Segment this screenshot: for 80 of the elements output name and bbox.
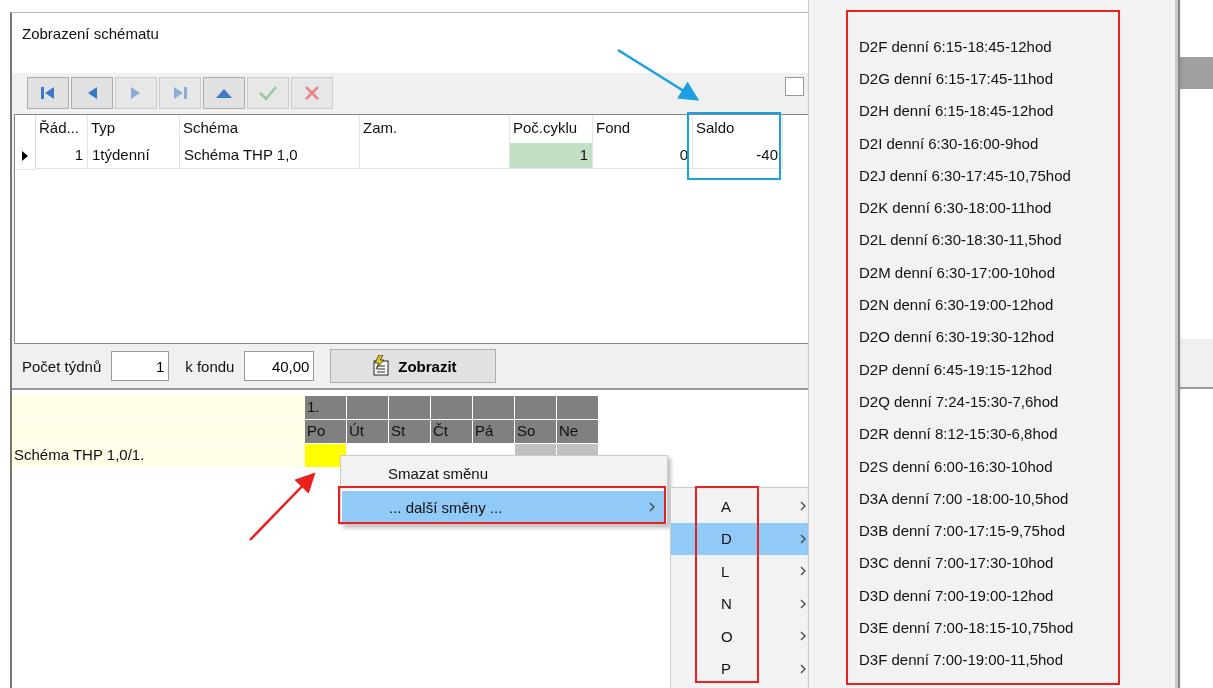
menu-item[interactable]: D2O denní 6:30-19:30-12hod: [809, 320, 1175, 353]
menu-item[interactable]: D3A denní 7:00 -18:00-10,5hod: [809, 482, 1175, 515]
menu-item[interactable]: N: [671, 587, 811, 620]
menu-item[interactable]: D3E denní 7:00-18:15-10,75hod: [809, 611, 1175, 644]
table-cell: 1: [36, 143, 88, 169]
menu-item[interactable]: D2F denní 6:15-18:45-12hod: [809, 30, 1175, 63]
caret-icon: [799, 500, 807, 513]
toolbar-button[interactable]: [27, 77, 69, 109]
menu-item[interactable]: D2Q denní 7:24-15:30-7,6hod: [809, 385, 1175, 418]
day-header: Po: [305, 420, 346, 443]
menu-item[interactable]: P: [671, 652, 811, 685]
skip-last-icon: [172, 85, 188, 101]
annotation-arrow: [249, 472, 316, 541]
toolbar-button[interactable]: [71, 77, 113, 109]
window-title: Zobrazení schématu: [22, 25, 159, 42]
fund-input[interactable]: 40,00: [244, 351, 315, 381]
menu-item[interactable]: D2H denní 6:15-18:45-12hod: [809, 94, 1175, 127]
menu-item[interactable]: D2M denní 6:30-17:00-10hod: [809, 256, 1175, 289]
caret-icon: [799, 630, 807, 643]
menu-item[interactable]: D2J denní 6:30-17:45-10,75hod: [809, 159, 1175, 192]
close-icon: [304, 85, 320, 101]
column-header[interactable]: Fond: [593, 115, 693, 143]
menu-item[interactable]: D3D denní 7:00-19:00-12hod: [809, 579, 1175, 612]
column-header[interactable]: Zam.: [360, 115, 510, 143]
menu-item[interactable]: D2N denní 6:30-19:00-12hod: [809, 288, 1175, 321]
week-header-cell: [431, 396, 472, 419]
day-cell[interactable]: [305, 444, 346, 467]
table-cell: 1: [510, 143, 593, 169]
menu-item[interactable]: Smazat směnu: [341, 456, 667, 490]
column-header[interactable]: Schéma: [180, 115, 360, 143]
menu-item[interactable]: D: [671, 522, 811, 555]
menu-item[interactable]: L: [671, 555, 811, 588]
menu-item[interactable]: D2G denní 6:15-17:45-11hod: [809, 62, 1175, 95]
menu-item[interactable]: A: [671, 490, 811, 523]
table-cell: 0: [593, 143, 693, 169]
checkbox[interactable]: [785, 77, 804, 96]
column-header[interactable]: Saldo: [693, 115, 783, 143]
menu-item[interactable]: O: [671, 620, 811, 653]
week-header-cell: [557, 396, 598, 419]
week-header-cell: [515, 396, 556, 419]
triangle-up-icon: [215, 87, 233, 99]
week-header-cell: [389, 396, 430, 419]
column-header[interactable]: Typ: [88, 115, 180, 143]
schema-row-label: Schéma THP 1,0/1.: [12, 444, 305, 467]
menu-item[interactable]: D3C denní 7:00-17:30-10hod: [809, 546, 1175, 580]
menu-item[interactable]: D2S denní 6:00-16:30-10hod: [809, 449, 1175, 483]
day-header: Út: [347, 420, 388, 443]
column-header[interactable]: Řád...: [36, 115, 88, 143]
weeks-input[interactable]: 1: [111, 351, 170, 381]
table-cell: 1týdenní: [88, 143, 180, 169]
triangle-right-icon: [130, 85, 142, 101]
day-header: Čt: [431, 420, 472, 443]
menu-item[interactable]: D2P denní 6:45-19:15-12hod: [809, 352, 1175, 386]
triangle-left-icon: [86, 85, 98, 101]
day-header: Ne: [557, 420, 598, 443]
week-header-cell: [347, 396, 388, 419]
caret-icon: [799, 597, 807, 610]
caret-icon: [799, 662, 807, 675]
menu-item[interactable]: D2I denní 6:30-16:00-9hod: [809, 126, 1175, 160]
table-cell: -40: [693, 143, 783, 169]
show-button[interactable]: Zobrazit: [330, 349, 497, 383]
day-header: So: [515, 420, 556, 443]
day-header: Pá: [473, 420, 514, 443]
menu-item[interactable]: D3B denní 7:00-17:15-9,75hod: [809, 514, 1175, 547]
fund-label: k fondu: [185, 357, 235, 375]
weeks-label: Počet týdnů: [22, 357, 102, 375]
menu-item[interactable]: D2K denní 6:30-18:00-11hod: [809, 191, 1175, 224]
skip-first-icon: [40, 85, 56, 101]
menu-item[interactable]: ... další směny ...: [341, 490, 667, 524]
toolbar-button[interactable]: [203, 77, 245, 109]
caret-icon: [799, 532, 807, 545]
menu-item[interactable]: D3F denní 7:00-19:00-11,5hod: [809, 643, 1175, 676]
caret-icon: [799, 565, 807, 578]
day-header: St: [389, 420, 430, 443]
table-cell: Schéma THP 1,0: [180, 143, 360, 169]
check-icon: [258, 85, 278, 101]
week-header-cell: [473, 396, 514, 419]
menu-item[interactable]: D2L denní 6:30-18:30-11,5hod: [809, 223, 1175, 257]
menu-item[interactable]: D2R denní 8:12-15:30-6,8hod: [809, 417, 1175, 450]
week-header: 1.: [305, 396, 346, 419]
